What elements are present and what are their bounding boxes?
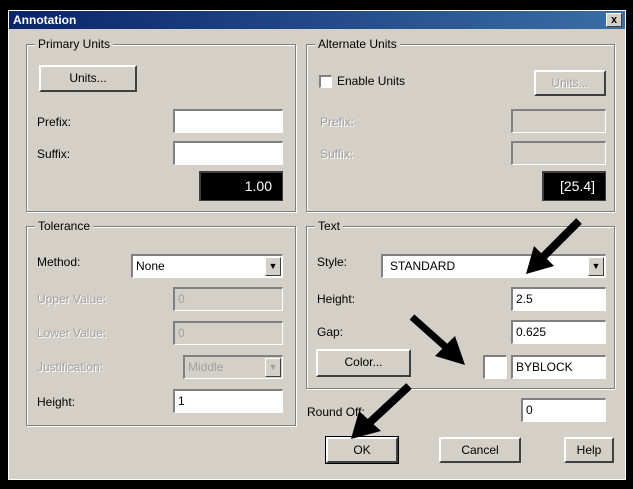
primary-prefix-field[interactable] — [173, 109, 283, 133]
chevron-down-icon[interactable]: ▼ — [588, 257, 604, 276]
alternate-suffix-field[interactable] — [511, 141, 606, 165]
alternate-prefix-label: Prefix: — [320, 115, 355, 129]
close-button[interactable]: x — [606, 13, 622, 27]
text-height-field[interactable]: 2.5 — [511, 287, 606, 311]
annotation-dialog: Annotation x Primary Units Units... Pref… — [8, 10, 626, 480]
upper-value-field[interactable]: 0 — [173, 287, 283, 311]
primary-prefix-label: Prefix: — [37, 115, 72, 129]
text-color-swatch — [483, 355, 507, 379]
tolerance-height-label: Height: — [37, 395, 76, 409]
text-style-value: STANDARD — [390, 259, 456, 273]
text-gap-label: Gap: — [317, 325, 344, 339]
primary-units-button[interactable]: Units... — [39, 65, 137, 92]
primary-units-title: Primary Units — [35, 37, 114, 51]
justification-value: Middle — [188, 360, 224, 374]
arrow-pointer-icon — [526, 218, 582, 274]
arrow-pointer-icon — [409, 314, 465, 365]
alternate-suffix-label: Suffix: — [320, 147, 354, 161]
tolerance-method-label: Method: — [37, 255, 81, 269]
alternate-units-title: Alternate Units — [315, 37, 400, 51]
tolerance-title: Tolerance — [35, 219, 94, 233]
text-style-label: Style: — [317, 255, 348, 269]
alternate-units-button[interactable]: Units... — [534, 70, 606, 96]
lower-value-field[interactable]: 0 — [173, 321, 283, 345]
text-color-field[interactable]: BYBLOCK — [511, 355, 606, 379]
text-color-button[interactable]: Color... — [316, 349, 411, 377]
primary-suffix-label: Suffix: — [37, 147, 71, 161]
text-title: Text — [315, 219, 344, 233]
justification-select[interactable]: Middle ▼ — [183, 355, 283, 379]
window-title: Annotation — [13, 13, 77, 27]
chevron-down-icon[interactable]: ▼ — [265, 358, 281, 377]
tolerance-height-field[interactable]: 1 — [173, 389, 283, 413]
tolerance-method-value: None — [136, 259, 165, 273]
cancel-button[interactable]: Cancel — [439, 437, 521, 463]
text-height-label: Height: — [317, 292, 356, 306]
upper-value-label: Upper Value: — [37, 292, 107, 306]
primary-units-preview: 1.00 — [199, 171, 283, 201]
alternate-units-preview: [25.4] — [542, 171, 606, 201]
justification-label: Justification: — [37, 360, 104, 374]
round-off-field[interactable]: 0 — [521, 398, 606, 422]
lower-value-label: Lower Value: — [37, 326, 107, 340]
enable-units-checkbox[interactable] — [319, 75, 332, 88]
text-gap-field[interactable]: 0.625 — [511, 320, 606, 344]
arrow-pointer-icon — [351, 383, 412, 439]
tolerance-method-select[interactable]: None ▼ — [131, 254, 283, 278]
title-bar: Annotation x — [9, 11, 625, 29]
help-button[interactable]: Help — [564, 437, 614, 463]
primary-suffix-field[interactable] — [173, 141, 283, 165]
chevron-down-icon[interactable]: ▼ — [265, 257, 281, 276]
enable-units-label[interactable]: Enable Units — [337, 73, 405, 89]
alternate-prefix-field[interactable] — [511, 109, 606, 133]
